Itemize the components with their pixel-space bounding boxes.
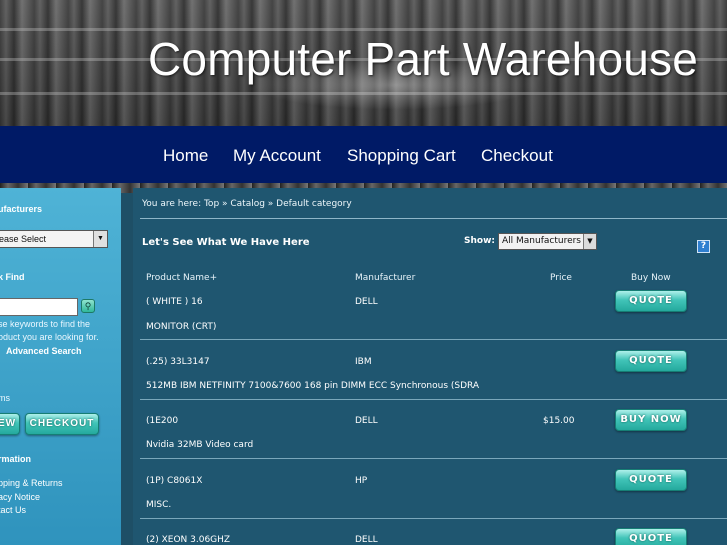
- product-name-link[interactable]: ( WHITE ) 16: [146, 297, 203, 307]
- chevron-down-icon: ▼: [93, 231, 107, 247]
- main-nav: Home My Account Shopping Cart Checkout: [0, 126, 727, 183]
- product-description: 512MB IBM NETFINITY 7100&7600 168 pin DI…: [146, 381, 480, 391]
- product-name-link[interactable]: (1E200: [146, 416, 178, 426]
- quote-button[interactable]: QUOTE: [615, 350, 687, 372]
- column-header-buy-now: Buy Now: [631, 273, 671, 283]
- info-link-contact[interactable]: tact Us: [0, 505, 26, 515]
- nav-checkout[interactable]: Checkout: [481, 146, 553, 166]
- row-divider: [140, 399, 727, 400]
- quote-button[interactable]: QUOTE: [615, 528, 687, 545]
- breadcrumb: You are here: Top » Catalog » Default ca…: [142, 199, 352, 209]
- information-heading: rmation: [0, 454, 32, 464]
- nav-home[interactable]: Home: [163, 146, 208, 166]
- cart-heading: ms: [0, 393, 10, 403]
- info-link-privacy[interactable]: acy Notice: [0, 492, 40, 502]
- nav-my-account[interactable]: My Account: [233, 146, 321, 166]
- view-cart-button[interactable]: EW: [0, 413, 20, 435]
- checkout-button[interactable]: CHECKOUT: [25, 413, 99, 435]
- product-manufacturer: DELL: [355, 416, 378, 426]
- info-link-shipping[interactable]: pping & Returns: [0, 478, 63, 488]
- left-sidebar: ufacturers ease Select ▼ k Find ⚲ se key…: [0, 188, 121, 545]
- product-name-link[interactable]: (2) XEON 3.06GHZ: [146, 535, 230, 545]
- manufacturers-select-value: ease Select: [0, 234, 47, 244]
- product-description: MONITOR (CRT): [146, 322, 217, 332]
- manufacturer-filter-value: All Manufacturers: [502, 236, 582, 246]
- column-header-product[interactable]: Product Name+: [146, 273, 217, 283]
- search-icon[interactable]: ⚲: [81, 299, 95, 313]
- quick-find-input[interactable]: [0, 298, 78, 316]
- manufacturer-filter-select[interactable]: All Manufacturers ▼: [498, 233, 597, 250]
- product-description: MISC.: [146, 500, 172, 510]
- product-name-link[interactable]: (.25) 33L3147: [146, 357, 210, 367]
- row-divider: [140, 518, 727, 519]
- breadcrumb-divider: [140, 218, 727, 219]
- column-header-manufacturer[interactable]: Manufacturer: [355, 273, 415, 283]
- buy-now-button[interactable]: BUY NOW: [615, 409, 687, 431]
- nav-shopping-cart[interactable]: Shopping Cart: [347, 146, 456, 166]
- show-filter-label: Show:: [464, 236, 495, 246]
- quote-button[interactable]: QUOTE: [615, 469, 687, 491]
- site-header: Computer Part Warehouse: [0, 0, 727, 126]
- page-title: Let's See What We Have Here: [142, 237, 310, 248]
- advanced-search-link[interactable]: Advanced Search: [6, 346, 82, 356]
- quick-find-help-line2: oduct you are looking for.: [0, 332, 99, 342]
- product-price: $15.00: [543, 416, 575, 426]
- product-manufacturer: DELL: [355, 535, 378, 545]
- help-icon[interactable]: ?: [697, 240, 710, 253]
- site-title[interactable]: Computer Part Warehouse: [148, 32, 698, 86]
- manufacturers-select[interactable]: ease Select ▼: [0, 230, 108, 248]
- product-manufacturer: HP: [355, 476, 368, 486]
- product-description: Nvidia 32MB Video card: [146, 440, 254, 450]
- column-header-price[interactable]: Price: [550, 273, 572, 283]
- header-shelf-line: [0, 28, 727, 31]
- main-content: You are here: Top » Catalog » Default ca…: [133, 188, 727, 545]
- product-manufacturer: IBM: [355, 357, 372, 367]
- row-divider: [140, 458, 727, 459]
- quote-button[interactable]: QUOTE: [615, 290, 687, 312]
- product-name-link[interactable]: (1P) C8061X: [146, 476, 202, 486]
- quick-find-help-line1: se keywords to find the: [0, 319, 91, 329]
- row-divider: [140, 339, 727, 340]
- quick-find-heading: k Find: [0, 272, 25, 282]
- manufacturers-heading: ufacturers: [0, 204, 43, 214]
- product-manufacturer: DELL: [355, 297, 378, 307]
- chevron-down-icon: ▼: [583, 234, 596, 249]
